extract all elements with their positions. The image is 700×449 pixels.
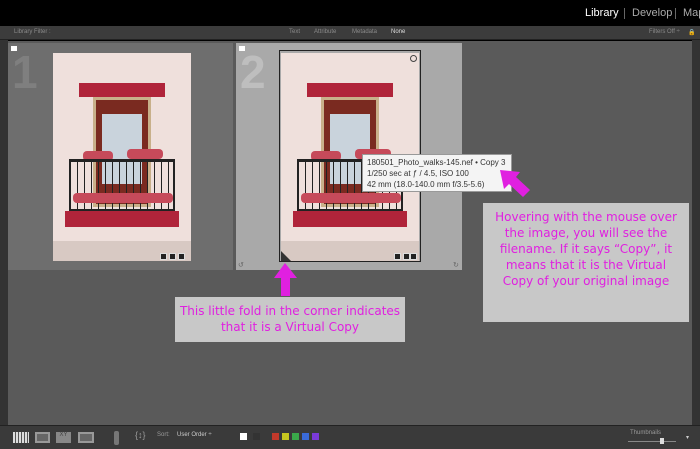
flag-pick-icon[interactable]: [240, 433, 247, 440]
thumbnails-label: Thumbnails: [630, 430, 662, 436]
grid-view-icon[interactable]: [13, 432, 29, 443]
hover-annotation: Hovering with the mouse over the image, …: [483, 203, 689, 322]
label-red[interactable]: [272, 433, 279, 440]
label-purple[interactable]: [312, 433, 319, 440]
sort-dropdown[interactable]: User Order ÷: [177, 432, 212, 438]
loupe-view-icon[interactable]: [35, 432, 50, 443]
arrow-diagonal: [500, 170, 530, 197]
painter-icon[interactable]: [114, 431, 119, 445]
sort-direction-icon[interactable]: {↕}: [135, 430, 146, 440]
compare-view-icon[interactable]: XY: [56, 432, 71, 443]
label-green[interactable]: [292, 433, 299, 440]
fold-annotation: This little fold in the corner indicates…: [175, 297, 405, 342]
slider-thumb[interactable]: [660, 438, 664, 444]
bottom-toolbar: XY {↕} Sort: User Order ÷ Thumbnails ▾: [0, 425, 700, 449]
thumbnail-size-slider[interactable]: [628, 441, 676, 442]
arrow-up: [274, 263, 297, 296]
survey-view-icon[interactable]: [78, 432, 94, 443]
flag-reject-icon[interactable]: [253, 433, 260, 440]
label-yellow[interactable]: [282, 433, 289, 440]
sort-label: Sort:: [157, 432, 170, 438]
toolbar-menu-icon[interactable]: ▾: [686, 434, 689, 441]
label-blue[interactable]: [302, 433, 309, 440]
